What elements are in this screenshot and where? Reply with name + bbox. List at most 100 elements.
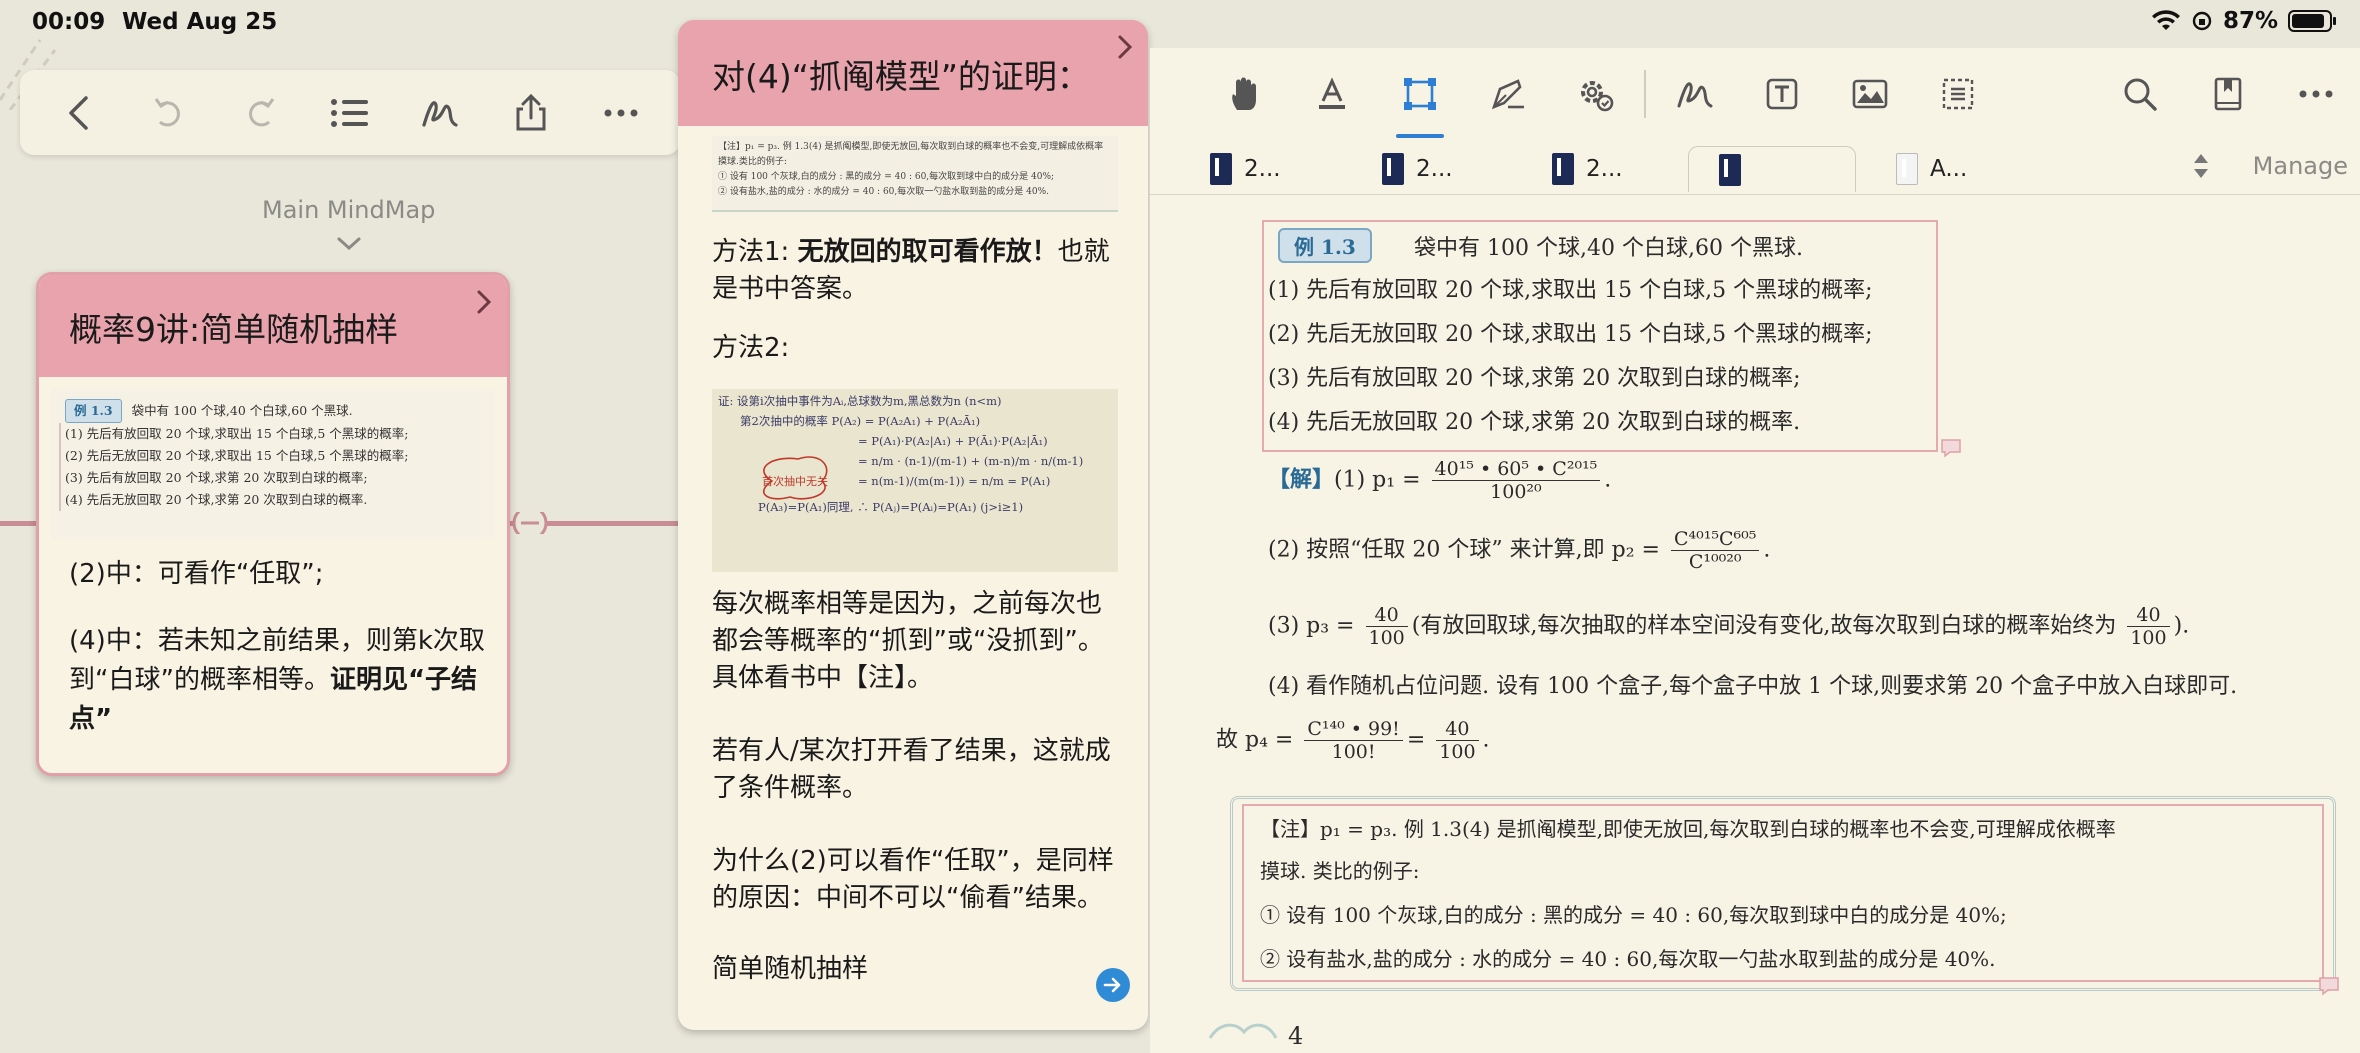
numerator: 40¹⁵ • 60⁵ • C²⁰¹⁵ xyxy=(1431,458,1601,481)
method-2: 方法2: xyxy=(712,333,790,363)
example-question: (1) 先后有放回取 20 个球,求取出 15 个白球,5 个黑球的概率; xyxy=(1268,278,1873,303)
solution-text: (2) 按照“任取 20 个球” 来计算,即 p₂ = xyxy=(1268,537,1660,563)
pdf-viewer: 2... 2... 2... A... Manage 例 1.3 袋中有 100… xyxy=(1150,48,2360,1053)
node-title[interactable]: 概率9讲:简单随机抽样 xyxy=(69,303,479,351)
example-badge: 例 1.3 xyxy=(1278,228,1372,263)
doc-tab-label: A... xyxy=(1930,156,1968,182)
denominator: 100! xyxy=(1331,741,1376,763)
node-note-line: (2)中：可看作“任取”; xyxy=(69,559,324,589)
excerpt-line: (4) 先后无放回取 20 个球,求第 20 次取到白球的概率. xyxy=(59,489,487,511)
lasso-select-icon[interactable] xyxy=(1914,64,2002,124)
fraction: C¹⁴⁰ • 99! 100! xyxy=(1304,718,1403,763)
chevron-right-icon[interactable] xyxy=(1116,34,1134,60)
equals: = xyxy=(1406,727,1426,753)
note-paragraph: 每次概率相等是因为，之前每次也都会等概率的“抓到”或“没抓到”。具体看书中【注】… xyxy=(712,589,1104,693)
text-box-icon[interactable] xyxy=(1738,64,1826,124)
doc-tab[interactable]: 2... xyxy=(1210,146,1281,192)
solution-text: ). xyxy=(2173,613,2190,639)
excerpt-line: (3) 先后有放回取 20 个球,求第 20 次取到白球的概率; xyxy=(59,467,487,489)
handwritten-proof-image[interactable]: 证: 设第i次抽中事件为Aᵢ,总球数为m,黑总数为n (n<m) 第2次抽中的概… xyxy=(712,389,1118,572)
numerator: 40 xyxy=(1365,604,1408,627)
scribble-pen-icon[interactable] xyxy=(1650,64,1738,124)
redo-button[interactable] xyxy=(235,88,285,138)
method-1: 方法1: 无放回的取可看作放！也就是书中答案。 xyxy=(712,234,1126,308)
solution-text: (3) p₃ = xyxy=(1268,613,1355,639)
numerator: C⁴⁰¹⁵C⁶⁰⁵ xyxy=(1670,528,1760,551)
excerpt-line: (1) 先后有放回取 20 个球,求取出 15 个白球,5 个黑球的概率; xyxy=(59,423,487,445)
note-paragraph: 若有人/某次打开看了结果，这就成了条件概率。 xyxy=(712,736,1111,803)
node-note-paragraph: (4)中：若未知之前结果，则第k次取到“白球”的概率相等。证明见“子结点” xyxy=(69,622,487,739)
text-highlight-icon[interactable] xyxy=(1288,64,1376,124)
link-arrow-icon[interactable] xyxy=(1096,968,1130,1002)
doc-tab-label: 2... xyxy=(1586,156,1623,182)
breadcrumb[interactable]: Main MindMap xyxy=(262,196,435,224)
bookmark-book-icon[interactable] xyxy=(2184,64,2272,124)
denominator: 100 xyxy=(1439,741,1476,763)
node-header[interactable]: 概率9讲:简单随机抽样 xyxy=(39,275,507,377)
battery-icon xyxy=(2288,9,2338,33)
node-note[interactable]: (2)中：可看作“任取”; (4)中：若未知之前结果，则第k次取到“白球”的概率… xyxy=(39,539,507,739)
hand-tool-icon[interactable] xyxy=(1200,64,1288,124)
chevron-right-icon[interactable] xyxy=(475,289,493,315)
chevron-down-icon[interactable] xyxy=(336,236,362,252)
note-box[interactable]: 【注】p₁ = p₃. 例 1.3(4) 是抓阄模型,即使无放回,每次取到白球的… xyxy=(1242,804,2324,982)
comment-icon[interactable] xyxy=(2318,976,2340,996)
handwriting-line: = n/m · (n-1)/(m-1) + (m-n)/m · n/(m-1) xyxy=(858,454,1084,468)
mindmap-toolbar xyxy=(20,70,680,155)
doc-tab[interactable]: 2... xyxy=(1552,146,1623,192)
pen-tool-icon[interactable] xyxy=(1464,64,1552,124)
share-icon[interactable] xyxy=(506,88,556,138)
doc-tab-active[interactable] xyxy=(1688,146,1856,192)
note-image-excerpt[interactable]: 【注】p₁ = p₃. 例 1.3(4) 是抓阄模型,即使无放回,每次取到白球的… xyxy=(712,136,1118,212)
note-header[interactable]: 对(4)“抓阄模型”的证明： xyxy=(678,20,1148,126)
example-question: (3) 先后有放回取 20 个球,求第 20 次取到白球的概率; xyxy=(1268,366,1801,391)
child-node-note[interactable]: 对(4)“抓阄模型”的证明： 【注】p₁ = p₃. 例 1.3(4) 是抓阄模… xyxy=(678,20,1148,1030)
page-ornament xyxy=(1208,1023,1278,1039)
example-question: (4) 先后无放回取 20 个球,求第 20 次取到白球的概率. xyxy=(1268,410,1801,435)
manage-tabs-button[interactable]: Manage xyxy=(2253,152,2348,180)
node-link-label[interactable]: 简单随机抽样 xyxy=(712,951,1126,988)
area-select-icon[interactable] xyxy=(1376,64,1464,138)
wifi-icon xyxy=(2151,10,2181,32)
more-icon[interactable] xyxy=(596,88,646,138)
status-date: Wed Aug 25 xyxy=(122,9,278,35)
mindmap-node[interactable]: 概率9讲:简单随机抽样 例 1.3 袋中有 100 个球,40 个白球,60 个黑… xyxy=(36,272,510,776)
numerator: 40 xyxy=(2127,604,2170,627)
method-1-prefix: 方法1: xyxy=(712,237,798,267)
note-body[interactable]: 方法1: 无放回的取可看作放！也就是书中答案。 方法2: xyxy=(678,234,1148,367)
comment-icon[interactable] xyxy=(1940,438,1962,458)
orientation-lock-icon xyxy=(2191,10,2213,32)
fraction: 40¹⁵ • 60⁵ • C²⁰¹⁵ 100²⁰ xyxy=(1431,458,1601,503)
document-icon xyxy=(1382,153,1404,185)
tab-switch-icon[interactable] xyxy=(2192,152,2210,180)
doc-tab[interactable]: 2... xyxy=(1382,146,1453,192)
note-line: ① 设有 100 个灰球,白的成分 : 黑的成分 = 40 : 60,每次取到球… xyxy=(1260,903,2007,927)
solution-text: (有放回取球,每次抽取的样本空间没有变化,故每次取到白球的概率始终为 xyxy=(1411,613,2117,639)
excerpt-line: ① 设有 100 个灰球,白的成分 : 黑的成分 = 40 : 60,每次取到球… xyxy=(718,172,1055,182)
node-image-excerpt[interactable]: 例 1.3 袋中有 100 个球,40 个白球,60 个黑球. (1) 先后有放回… xyxy=(51,389,495,539)
example-box[interactable]: 例 1.3 袋中有 100 个球,40 个白球,60 个黑球. (1) 先后有放… xyxy=(1262,220,1938,452)
document-icon xyxy=(1719,153,1741,186)
scribble-pen-icon[interactable] xyxy=(415,88,465,138)
solution-tag: 【解】 xyxy=(1268,466,1335,493)
undo-button[interactable] xyxy=(144,88,194,138)
image-insert-icon[interactable] xyxy=(1826,64,1914,124)
handwriting-line: 第2次抽中的概率 P(A₂) = P(A₂A₁) + P(A₂Ā₁) xyxy=(740,414,981,428)
excerpt-line: ② 设有盐水,盐的成分 : 水的成分 = 40 : 60,每次取一勺盐水取到盐的… xyxy=(718,187,1049,197)
handwriting-annotation: 首次抽中无关 xyxy=(762,475,828,488)
note-paragraphs[interactable]: 每次概率相等是因为，之前每次也都会等概率的“抓到”或“没抓到”。具体看书中【注】… xyxy=(678,586,1148,988)
back-button[interactable] xyxy=(54,88,104,138)
more-icon[interactable] xyxy=(2272,64,2360,124)
battery-percent: 87% xyxy=(2222,8,2278,34)
outline-list-icon[interactable] xyxy=(325,88,375,138)
solution-4-result: 故 p₄ = C¹⁴⁰ • 99! 100! = 40 100. xyxy=(1216,718,1490,763)
note-line: ② 设有盐水,盐的成分 : 水的成分 = 40 : 60,每次取一勺盐水取到盐的… xyxy=(1260,947,1996,971)
solution-4: (4) 看作随机占位问题. 设有 100 个盒子,每个盒子中放 1 个球,则要求… xyxy=(1268,674,2238,699)
excerpt-line: (2) 先后无放回取 20 个球,求取出 15 个白球,5 个黑球的概率; xyxy=(59,445,487,467)
search-icon[interactable] xyxy=(2096,64,2184,124)
note-title[interactable]: 对(4)“抓阄模型”的证明： xyxy=(712,50,1126,98)
pdf-toolbar xyxy=(1150,48,2360,140)
tool-settings-icon[interactable] xyxy=(1552,64,1640,124)
toolbar-divider xyxy=(1644,70,1646,118)
doc-tab[interactable]: A... xyxy=(1896,146,1967,192)
